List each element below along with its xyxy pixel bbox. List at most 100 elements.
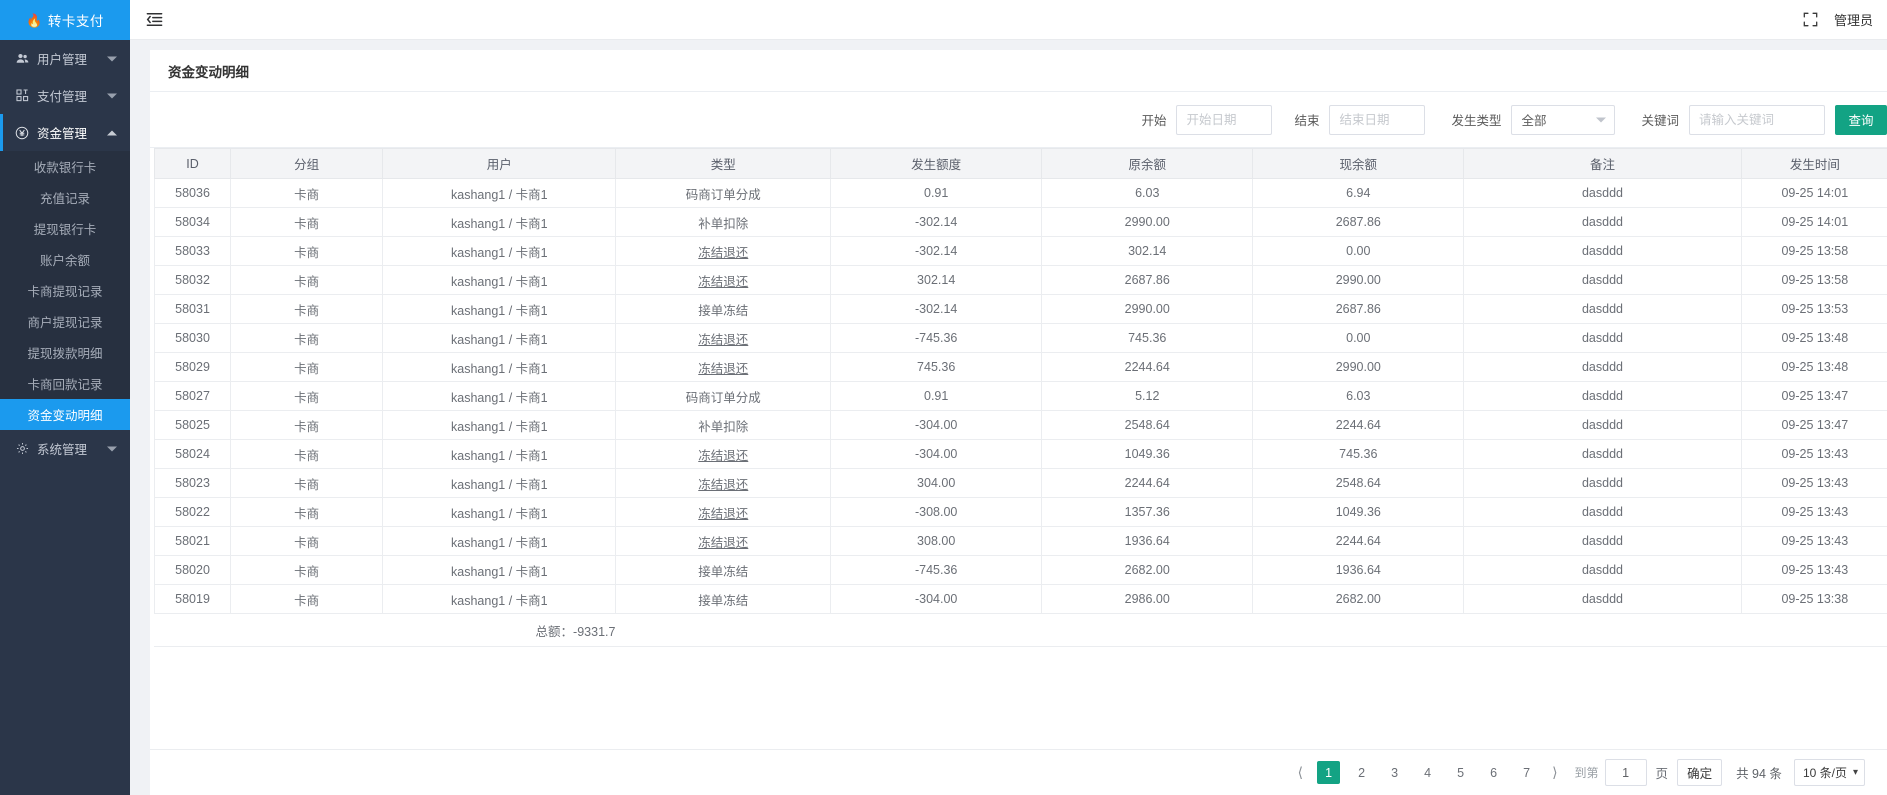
cell-user: kashang1 / 卡商1 [382,439,617,469]
table-row: 58033 卡商 kashang1 / 卡商1 冻结退还 -302.14 302.14 0.… [153,236,1887,266]
sidebar-item-label: 提现拨款明细 [27,347,103,361]
cell-new-balance: 6.03 [1252,381,1465,411]
cell-remark: dasddd [1463,584,1742,614]
cell-user: kashang1 / 卡商1 [382,265,617,295]
cell-amount: 0.91 [830,381,1043,411]
cell-amount: -308.00 [830,497,1043,527]
cell-group: 卡商 [230,352,384,382]
total-amount-row: 总额：-9331.7 [154,614,1887,647]
cell-amount: 308.00 [830,526,1043,556]
pagination-page-7[interactable]: 7 [1515,761,1538,784]
cell-time: 09-25 13:43 [1740,439,1887,469]
sidebar-group-fund-management[interactable]: 资金管理 [0,114,130,151]
fund-change-table: ID 分组 用户 类型 发生额度 原余额 现余额 备注 发生时间 58036 卡… [153,148,1887,614]
cell-type[interactable]: 冻结退还 [615,497,832,527]
cell-user: kashang1 / 卡商1 [382,555,617,585]
cell-old-balance: 2986.00 [1041,584,1254,614]
sidebar-group-payment-management[interactable]: 支付管理 [0,77,130,114]
sidebar-item-提现银行卡[interactable]: 提现银行卡 [0,213,130,244]
cell-remark: dasddd [1463,497,1742,527]
sidebar-item-资金变动明细[interactable]: 资金变动明细 [0,399,130,430]
cell-time: 09-25 14:01 [1740,207,1887,237]
cell-group: 卡商 [230,468,384,498]
sidebar-group-user-management[interactable]: 用户管理 [0,40,130,77]
pagination-page-3[interactable]: 3 [1383,761,1406,784]
sidebar-item-充值记录[interactable]: 充值记录 [0,182,130,213]
cell-id: 58031 [153,294,232,324]
sidebar-item-收款银行卡[interactable]: 收款银行卡 [0,151,130,182]
query-button[interactable]: 查询 [1835,104,1887,135]
jump-page-input[interactable] [1604,759,1647,786]
cell-remark: dasddd [1463,439,1742,469]
cell-user: kashang1 / 卡商1 [382,410,617,440]
cell-group: 卡商 [230,410,384,440]
chevron-up-icon [107,130,117,135]
pagination-page-2[interactable]: 2 [1350,761,1373,784]
sidebar-item-label: 资金变动明细 [27,409,103,423]
chevron-right-icon[interactable]: ⟩ [1543,764,1566,781]
cell-group: 卡商 [230,265,384,295]
filter-bar: 开始 结束 发生类型 全部 关键词 查询 [150,92,1887,148]
end-date-input[interactable] [1329,104,1426,135]
cell-old-balance: 2548.64 [1041,410,1254,440]
sidebar-group-label: 资金管理 [37,127,88,141]
occur-type-value: 全部 [1521,114,1547,128]
cell-id: 58023 [153,468,232,498]
sidebar: 🔥 转卡支付 用户管理 支付管理 资金管理 收款银行卡 充值记录 提现银行卡 账… [0,0,130,795]
table-row: 58030 卡商 kashang1 / 卡商1 冻结退还 -745.36 745.36 0.… [153,323,1887,353]
sidebar-item-商户提现记录[interactable]: 商户提现记录 [0,306,130,337]
page-size-select[interactable]: 10 条/页 ▾ [1793,759,1865,786]
start-date-label: 开始 [1141,114,1167,128]
pagination-page-5[interactable]: 5 [1449,761,1472,784]
fullscreen-icon[interactable] [1803,12,1818,27]
sidebar-item-提现拨款明细[interactable]: 提现拨款明细 [0,337,130,368]
cell-type[interactable]: 冻结退还 [615,439,832,469]
cell-time: 09-25 13:58 [1740,265,1887,295]
jump-label: 到第 [1574,766,1599,780]
cell-type[interactable]: 冻结退还 [615,468,832,498]
pagination-page-6[interactable]: 6 [1482,761,1505,784]
confirm-jump-button[interactable]: 确定 [1677,759,1723,786]
cell-new-balance: 6.94 [1252,178,1465,208]
column-header-type: 类型 [615,148,832,179]
table-row: 58023 卡商 kashang1 / 卡商1 冻结退还 304.00 2244.64 25… [153,468,1887,498]
cell-remark: dasddd [1463,410,1742,440]
cell-id: 58021 [153,526,232,556]
cell-group: 卡商 [230,178,384,208]
cell-type[interactable]: 冻结退还 [615,323,832,353]
sidebar-item-label: 账户余额 [39,254,90,268]
cell-amount: 302.14 [830,265,1043,295]
cell-type[interactable]: 冻结退还 [615,265,832,295]
cell-type[interactable]: 冻结退还 [615,236,832,266]
cell-remark: dasddd [1463,555,1742,585]
menu-collapse-icon[interactable] [144,10,164,30]
cell-type[interactable]: 冻结退还 [615,526,832,556]
occur-type-select[interactable]: 全部 [1511,104,1616,135]
pagination-numbers: 1234567 [1312,761,1543,784]
admin-label[interactable]: 管理员 [1834,10,1873,29]
sidebar-group-system-management[interactable]: 系统管理 [0,430,130,467]
brand-header[interactable]: 🔥 转卡支付 [0,0,130,40]
end-date-label: 结束 [1294,114,1320,128]
sidebar-item-账户余额[interactable]: 账户余额 [0,244,130,275]
sidebar-item-卡商回款记录[interactable]: 卡商回款记录 [0,368,130,399]
cell-time: 09-25 13:47 [1740,381,1887,411]
cell-type: 接单冻结 [615,294,832,324]
keyword-input[interactable] [1689,104,1825,135]
cell-user: kashang1 / 卡商1 [382,178,617,208]
cell-time: 09-25 13:58 [1740,236,1887,266]
cell-group: 卡商 [230,497,384,527]
pagination-page-4[interactable]: 4 [1416,761,1439,784]
cell-time: 09-25 13:53 [1740,294,1887,324]
start-date-input[interactable] [1176,104,1273,135]
cell-id: 58022 [153,497,232,527]
total-count-label: 共 94 条 [1736,767,1782,781]
chevron-left-icon[interactable]: ⟨ [1289,764,1312,781]
cell-type[interactable]: 冻结退还 [615,352,832,382]
pagination-page-1[interactable]: 1 [1317,761,1341,784]
cell-time: 09-25 13:43 [1740,555,1887,585]
cell-old-balance: 1936.64 [1041,526,1254,556]
cell-group: 卡商 [230,526,384,556]
sidebar-item-卡商提现记录[interactable]: 卡商提现记录 [0,275,130,306]
cell-user: kashang1 / 卡商1 [382,497,617,527]
